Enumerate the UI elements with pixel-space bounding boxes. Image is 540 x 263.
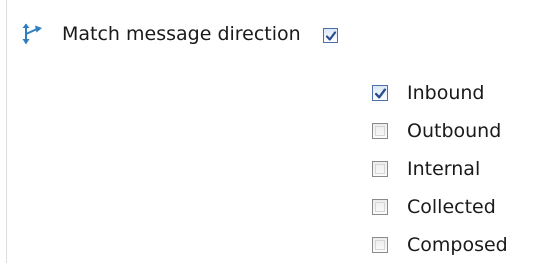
direction-arrows-icon — [20, 22, 44, 46]
match-direction-label: Match message direction — [62, 23, 301, 45]
direction-option-composed[interactable]: Composed — [372, 226, 508, 263]
collected-checkbox[interactable] — [372, 199, 388, 215]
match-direction-checkbox[interactable] — [322, 27, 338, 43]
outbound-label: Outbound — [407, 120, 502, 142]
direction-options-list: Inbound Outbound Internal Collected Comp… — [372, 74, 508, 263]
composed-checkbox[interactable] — [372, 237, 388, 253]
collected-label: Collected — [407, 196, 496, 218]
composed-label: Composed — [407, 234, 508, 256]
direction-option-collected[interactable]: Collected — [372, 188, 508, 226]
inbound-checkbox[interactable] — [372, 85, 388, 101]
internal-label: Internal — [407, 158, 481, 180]
internal-checkbox[interactable] — [372, 161, 388, 177]
outbound-checkbox[interactable] — [372, 123, 388, 139]
direction-option-internal[interactable]: Internal — [372, 150, 508, 188]
inbound-label: Inbound — [407, 82, 485, 104]
direction-option-inbound[interactable]: Inbound — [372, 74, 508, 112]
direction-option-outbound[interactable]: Outbound — [372, 112, 508, 150]
panel-divider — [6, 0, 7, 263]
match-direction-row: Match message direction — [20, 20, 338, 48]
